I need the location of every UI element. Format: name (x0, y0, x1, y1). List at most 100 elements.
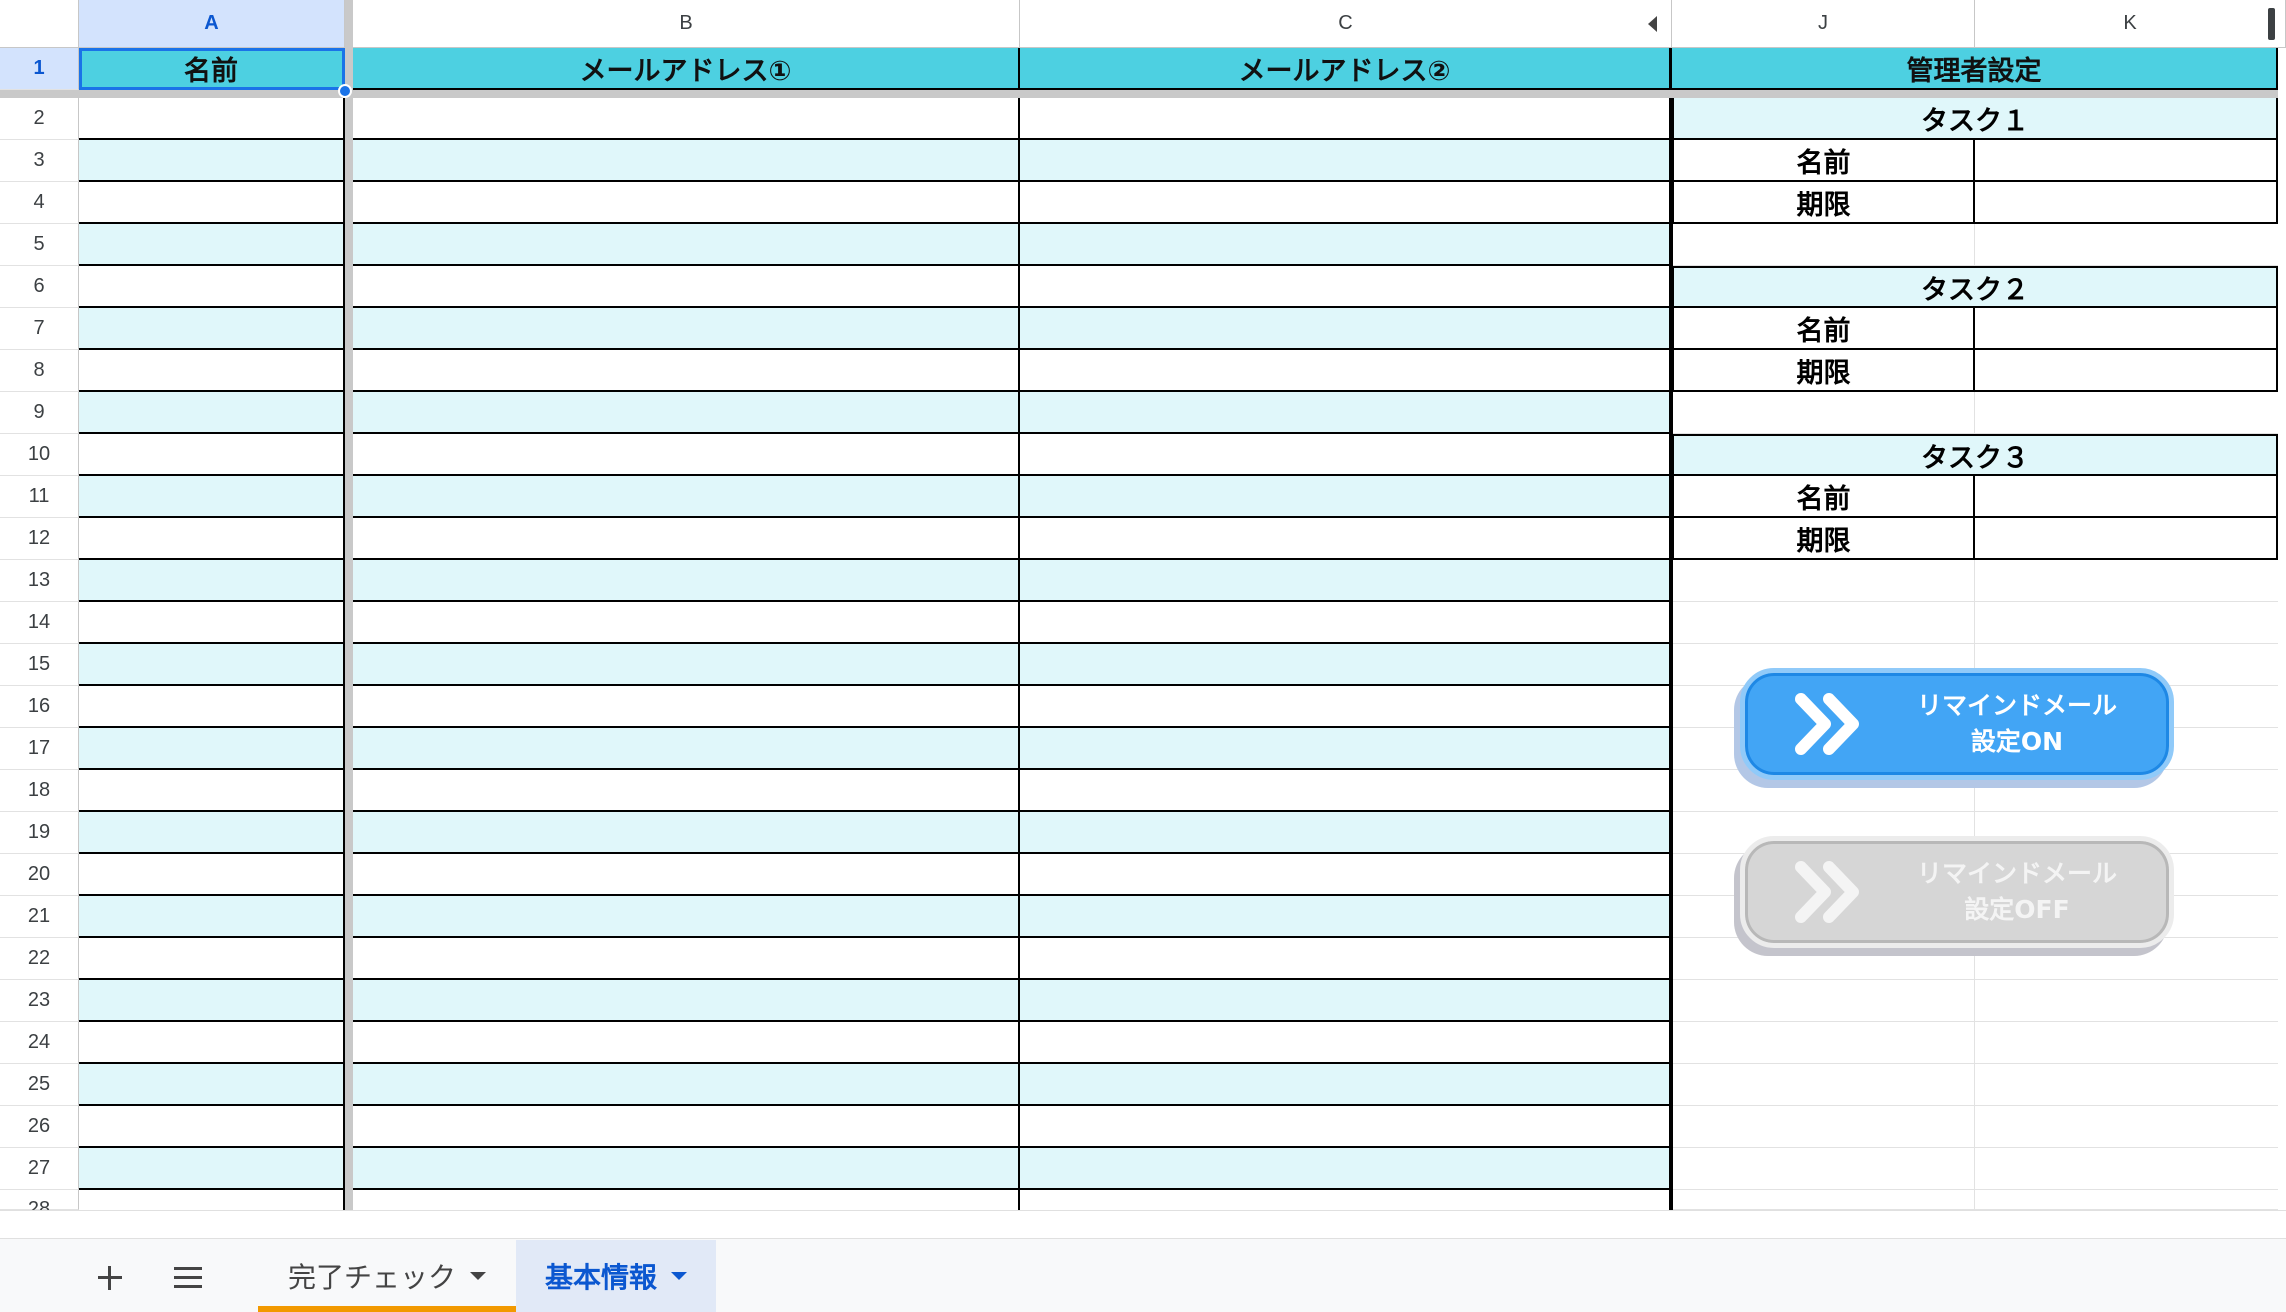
task1-name-label[interactable]: 名前 (1672, 140, 1975, 182)
column-header-j[interactable]: J (1672, 0, 1975, 48)
row-header-5[interactable]: 5 (0, 224, 79, 266)
cell-c26[interactable] (1020, 1106, 1672, 1148)
cell-b6[interactable] (353, 266, 1020, 308)
row-header-9[interactable]: 9 (0, 392, 79, 434)
cell-a7[interactable] (79, 308, 345, 350)
header-cell-admin[interactable]: 管理者設定 (1672, 48, 2278, 90)
row-header-3[interactable]: 3 (0, 140, 79, 182)
cell-a9[interactable] (79, 392, 345, 434)
cell-a20[interactable] (79, 854, 345, 896)
cell-j27[interactable] (1672, 1148, 1975, 1190)
cell-c28[interactable] (1020, 1190, 1672, 1210)
row-header-2[interactable]: 2 (0, 98, 79, 140)
cell-k5[interactable] (1975, 224, 2286, 266)
cell-k27[interactable] (1975, 1148, 2286, 1190)
row-header-17[interactable]: 17 (0, 728, 79, 770)
cell-k9[interactable] (1975, 392, 2286, 434)
cell-c17[interactable] (1020, 728, 1672, 770)
task1-title[interactable]: タスク１ (1672, 98, 2278, 140)
cell-k24[interactable] (1975, 1022, 2286, 1064)
cell-b23[interactable] (353, 980, 1020, 1022)
row-header-10[interactable]: 10 (0, 434, 79, 476)
task2-name-label[interactable]: 名前 (1672, 308, 1975, 350)
frozen-column-divider[interactable] (345, 0, 353, 1210)
cell-c7[interactable] (1020, 308, 1672, 350)
cell-j5[interactable] (1672, 224, 1975, 266)
cell-a13[interactable] (79, 560, 345, 602)
cell-b21[interactable] (353, 896, 1020, 938)
cell-b14[interactable] (353, 602, 1020, 644)
cell-a3[interactable] (79, 140, 345, 182)
header-cell-name[interactable]: 名前 (79, 48, 345, 90)
cell-a25[interactable] (79, 1064, 345, 1106)
cell-k25[interactable] (1975, 1064, 2286, 1106)
chevron-down-icon[interactable] (671, 1272, 687, 1280)
cell-a23[interactable] (79, 980, 345, 1022)
cell-b16[interactable] (353, 686, 1020, 728)
cell-c12[interactable] (1020, 518, 1672, 560)
row-header-24[interactable]: 24 (0, 1022, 79, 1064)
cell-b17[interactable] (353, 728, 1020, 770)
row-header-8[interactable]: 8 (0, 350, 79, 392)
task2-deadline-value[interactable] (1975, 350, 2278, 392)
sheet-tab-completion-check[interactable]: 完了チェック (258, 1240, 516, 1312)
cell-a14[interactable] (79, 602, 345, 644)
cell-b2[interactable] (353, 98, 1020, 140)
cell-c15[interactable] (1020, 644, 1672, 686)
row-header-15[interactable]: 15 (0, 644, 79, 686)
cell-a10[interactable] (79, 434, 345, 476)
cell-a16[interactable] (79, 686, 345, 728)
cell-b4[interactable] (353, 182, 1020, 224)
cell-a5[interactable] (79, 224, 345, 266)
add-sheet-button[interactable] (92, 1260, 128, 1296)
cell-b9[interactable] (353, 392, 1020, 434)
cell-c23[interactable] (1020, 980, 1672, 1022)
row-header-19[interactable]: 19 (0, 812, 79, 854)
column-header-b[interactable]: B (353, 0, 1020, 48)
cell-c11[interactable] (1020, 476, 1672, 518)
row-header-22[interactable]: 22 (0, 938, 79, 980)
all-sheets-button[interactable] (172, 1264, 206, 1292)
row-header-20[interactable]: 20 (0, 854, 79, 896)
cell-k23[interactable] (1975, 980, 2286, 1022)
cell-a22[interactable] (79, 938, 345, 980)
cell-b25[interactable] (353, 1064, 1020, 1106)
cell-c14[interactable] (1020, 602, 1672, 644)
cell-c4[interactable] (1020, 182, 1672, 224)
cell-b5[interactable] (353, 224, 1020, 266)
cell-j26[interactable] (1672, 1106, 1975, 1148)
task3-deadline-value[interactable] (1975, 518, 2278, 560)
selection-fill-handle[interactable] (338, 84, 352, 98)
sheet-tab-basic-info[interactable]: 基本情報 (516, 1240, 716, 1312)
task1-deadline-label[interactable]: 期限 (1672, 182, 1975, 224)
cell-c16[interactable] (1020, 686, 1672, 728)
cell-c13[interactable] (1020, 560, 1672, 602)
row-header-21[interactable]: 21 (0, 896, 79, 938)
header-cell-email1[interactable]: メールアドレス① (353, 48, 1020, 90)
row-header-18[interactable]: 18 (0, 770, 79, 812)
vertical-scrollbar-track[interactable] (2278, 48, 2286, 1210)
row-header-28[interactable]: 28 (0, 1190, 79, 1220)
header-cell-email2[interactable]: メールアドレス② (1020, 48, 1672, 90)
row-header-4[interactable]: 4 (0, 182, 79, 224)
cell-c27[interactable] (1020, 1148, 1672, 1190)
row-header-23[interactable]: 23 (0, 980, 79, 1022)
horizontal-scroll-area[interactable] (0, 1210, 2286, 1238)
column-header-c[interactable]: C (1020, 0, 1672, 48)
cell-a28[interactable] (79, 1190, 345, 1210)
cell-j28[interactable] (1672, 1190, 1975, 1210)
cell-a17[interactable] (79, 728, 345, 770)
cell-j23[interactable] (1672, 980, 1975, 1022)
task3-name-label[interactable]: 名前 (1672, 476, 1975, 518)
cell-b11[interactable] (353, 476, 1020, 518)
cell-b18[interactable] (353, 770, 1020, 812)
cell-c20[interactable] (1020, 854, 1672, 896)
cell-c10[interactable] (1020, 434, 1672, 476)
cell-b13[interactable] (353, 560, 1020, 602)
cell-b10[interactable] (353, 434, 1020, 476)
row-header-11[interactable]: 11 (0, 476, 79, 518)
column-header-a[interactable]: A (79, 0, 345, 48)
row-header-26[interactable]: 26 (0, 1106, 79, 1148)
cell-c3[interactable] (1020, 140, 1672, 182)
cell-b26[interactable] (353, 1106, 1020, 1148)
